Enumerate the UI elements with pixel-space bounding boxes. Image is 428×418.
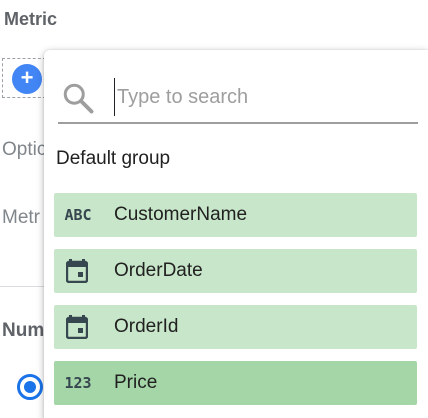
calendar-icon	[54, 249, 100, 293]
field-label: OrderDate	[114, 260, 203, 281]
radio-button-selected[interactable]	[17, 374, 43, 400]
search-bar	[58, 74, 418, 124]
field-item-orderid[interactable]: OrderId	[54, 305, 417, 349]
field-label: OrderId	[114, 316, 179, 337]
field-item-customername[interactable]: ABC CustomerName	[54, 193, 417, 237]
search-icon	[63, 83, 94, 114]
field-label: CustomerName	[114, 204, 248, 225]
page: Metric + Optic Metr Num Default group AB…	[0, 0, 428, 418]
field-item-orderdate[interactable]: OrderDate	[54, 249, 417, 293]
number-format-heading: Num	[2, 320, 45, 341]
metric-section-heading: Metric	[4, 9, 58, 29]
calendar-icon	[54, 305, 100, 349]
field-label: Price	[114, 372, 158, 393]
group-label: Default group	[56, 148, 171, 169]
text-type-icon: ABC	[64, 206, 92, 224]
metric-name-label: Metr	[2, 207, 40, 228]
add-metric-button[interactable]: +	[12, 64, 42, 94]
field-picker-popover: Default group ABC CustomerName	[44, 50, 428, 418]
number-type-icon: 123	[64, 374, 92, 392]
search-input[interactable]	[114, 78, 417, 116]
field-list: ABC CustomerName OrderDate OrderId 123 P…	[54, 193, 417, 417]
options-label: Optic	[2, 139, 47, 160]
field-item-price[interactable]: 123 Price	[54, 361, 417, 405]
